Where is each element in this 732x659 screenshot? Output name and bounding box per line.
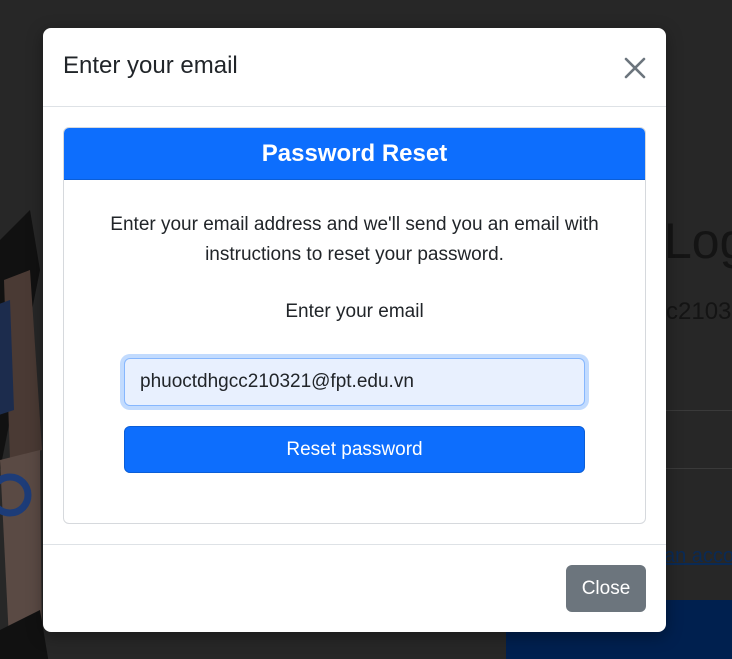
card-header: Password Reset [64, 128, 645, 180]
password-reset-card: Password Reset Enter your email address … [63, 127, 646, 524]
background-login-title: Log [664, 213, 732, 269]
modal-footer: Close [43, 544, 666, 633]
background-username: c21032 [666, 298, 732, 325]
modal-title: Enter your email [63, 52, 238, 79]
reset-password-button[interactable]: Reset password [124, 426, 585, 473]
background-signup-link: an acco [664, 545, 732, 567]
password-reset-modal: Enter your email Password Reset Enter yo… [43, 28, 666, 632]
close-button[interactable]: Close [566, 565, 646, 612]
email-input[interactable] [124, 358, 585, 406]
modal-header: Enter your email [43, 28, 666, 107]
card-description: Enter your email address and we'll send … [110, 214, 599, 265]
close-icon[interactable] [621, 54, 649, 82]
email-label: Enter your email [285, 301, 424, 322]
modal-body: Password Reset Enter your email address … [43, 107, 666, 544]
background-divider [666, 410, 732, 411]
page-backdrop: Log c21032 an acco Enter your email Pass… [0, 0, 732, 659]
background-divider [666, 468, 732, 469]
